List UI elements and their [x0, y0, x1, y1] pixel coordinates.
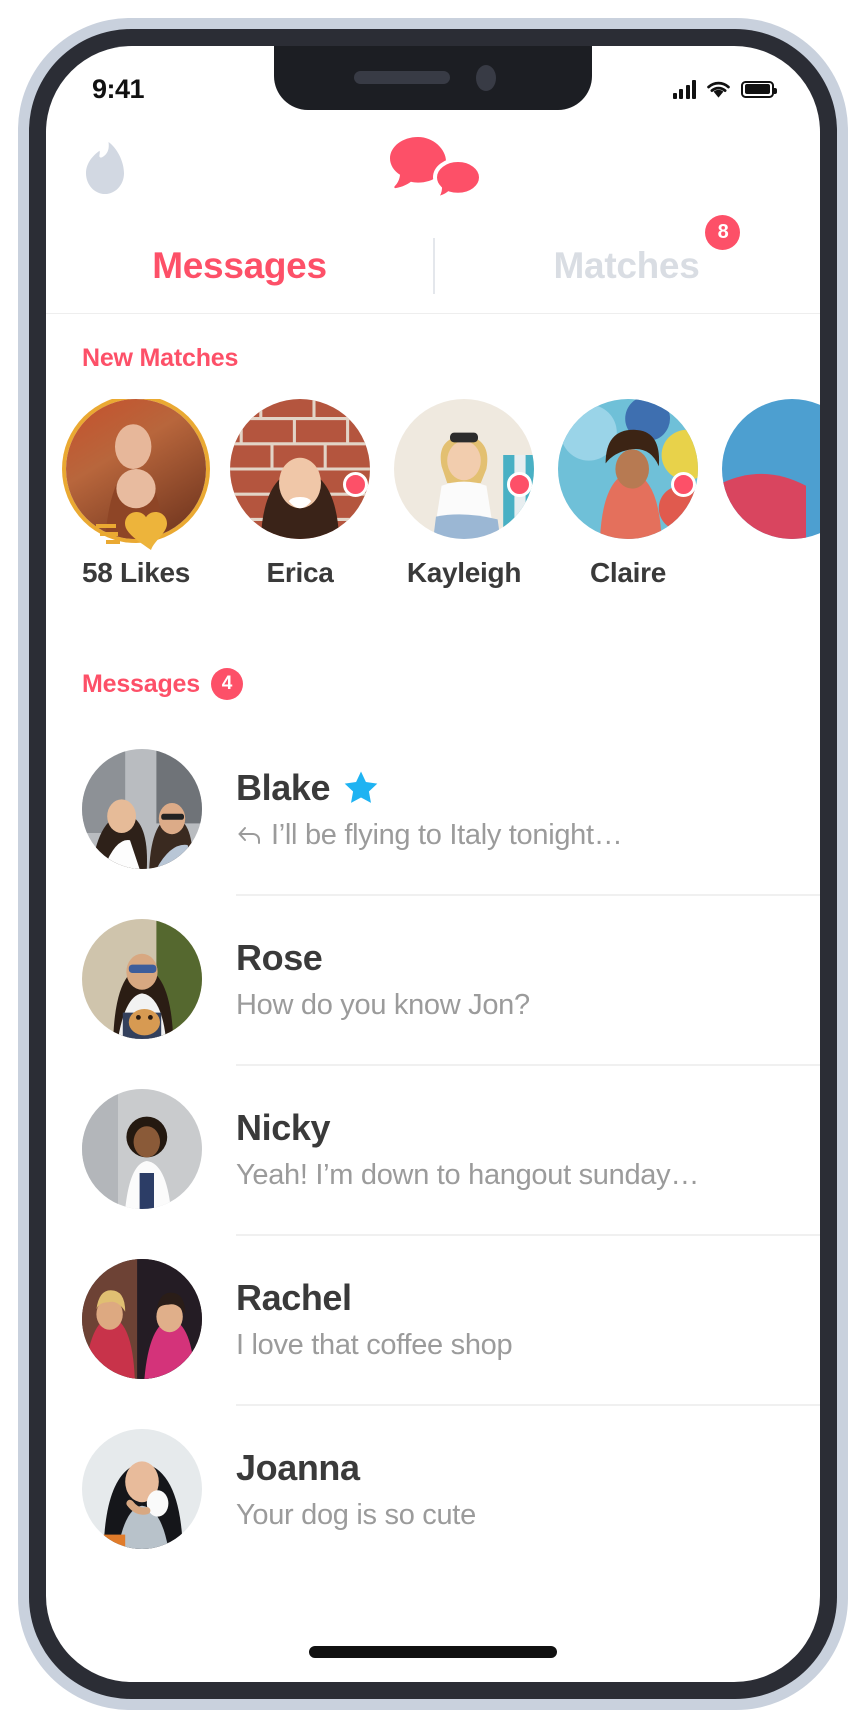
message-row-rose[interactable]: Rose How do you know Jon? [46, 894, 820, 1064]
front-camera-icon [476, 65, 496, 91]
message-preview-text: I love that coffee shop [236, 1328, 513, 1361]
message-name-text: Rachel [236, 1276, 352, 1318]
avatar-photo-rose [82, 919, 202, 1039]
message-row-nicky[interactable]: Nicky Yeah! I’m down to hangout sunday… [46, 1064, 820, 1234]
message-body: Rose How do you know Jon? [236, 937, 820, 1022]
status-time: 9:41 [92, 73, 145, 104]
message-preview: Yeah! I’m down to hangout sunday… [236, 1159, 800, 1192]
avatar [82, 749, 202, 869]
avatar [82, 1259, 202, 1379]
home-indicator[interactable] [309, 1646, 557, 1658]
avatar [230, 399, 370, 539]
match-card-likes[interactable]: 58 Likes [66, 399, 206, 589]
message-preview: Your dog is so cute [236, 1499, 800, 1532]
match-name-likes: 58 Likes [81, 557, 191, 588]
phone-bezel: 9:41 Messages Matches 8 New Matches 58 L… [29, 29, 837, 1699]
message-preview-text: Your dog is so cute [236, 1498, 476, 1531]
message-name: Rachel [236, 1277, 800, 1319]
message-preview-text: I’ll be flying to Italy tonight… [271, 818, 623, 851]
avatar-photo-blake [82, 749, 202, 869]
message-body: Nicky Yeah! I’m down to hangout sunday… [236, 1107, 820, 1192]
unread-dot [671, 472, 696, 497]
tab-bar: Messages Matches 8 [46, 214, 820, 314]
new-matches-section: New Matches 58 Likes Erica Kayleigh Clai… [46, 314, 820, 589]
reply-arrow-icon [238, 827, 260, 844]
avatar-photo-joanna [82, 1429, 202, 1549]
status-indicators [672, 79, 777, 99]
tinder-flame-icon[interactable] [82, 142, 128, 194]
phone-notch [274, 46, 592, 110]
matches-unread-badge: 8 [705, 214, 741, 250]
message-body: Joanna Your dog is so cute [236, 1447, 820, 1532]
avatar-photo-rachel [82, 1259, 202, 1379]
avatar-wrap [558, 399, 698, 539]
avatar [82, 1429, 202, 1549]
avatar-wrap [722, 399, 820, 539]
messages-label-text: Messages [82, 669, 200, 698]
wifi-icon [707, 81, 730, 98]
avatar-photo-claire [558, 399, 698, 539]
message-name: Nicky [236, 1107, 800, 1149]
match-name-kayleigh: Kayleigh [406, 557, 522, 588]
message-body: Rachel I love that coffee shop [236, 1277, 820, 1362]
tab-messages-label: Messages [152, 244, 327, 286]
tab-matches[interactable]: Matches 8 [433, 214, 820, 287]
new-matches-label-text: New Matches [82, 344, 239, 372]
message-name-text: Blake [236, 766, 331, 808]
signal-bars-icon [672, 79, 696, 99]
message-preview-text: How do you know Jon? [236, 988, 530, 1021]
messages-unread-badge: 4 [210, 668, 243, 700]
messages-section-label: Messages 4 [82, 668, 820, 700]
match-name-erica: Erica [266, 557, 334, 588]
match-card-claire[interactable]: Claire [558, 399, 698, 589]
new-matches-label: New Matches [82, 344, 820, 373]
message-list: Blake I’ll be flying to Italy tonight… R… [46, 724, 820, 1574]
tab-matches-label: Matches [553, 244, 700, 286]
new-matches-carousel[interactable]: 58 Likes Erica Kayleigh Claire [46, 399, 820, 589]
message-body: Blake I’ll be flying to Italy tonight… [236, 767, 820, 852]
match-card-kayleigh[interactable]: Kayleigh [394, 399, 534, 589]
match-name-claire: Claire [589, 557, 667, 588]
message-preview: I’ll be flying to Italy tonight… [236, 819, 800, 852]
avatar [394, 399, 534, 539]
avatar [722, 399, 820, 539]
message-name-text: Joanna [236, 1446, 360, 1488]
message-row-rachel[interactable]: Rachel I love that coffee shop [46, 1234, 820, 1404]
avatar-photo-nicky [82, 1089, 202, 1209]
avatar-wrap [230, 399, 370, 539]
avatar [82, 919, 202, 1039]
tab-messages[interactable]: Messages [46, 245, 433, 287]
avatar-wrap [66, 399, 206, 550]
avatar-photo-kayleigh [394, 399, 534, 539]
message-preview-text: Yeah! I’m down to hangout sunday… [236, 1158, 700, 1191]
superlike-star-icon [344, 771, 378, 803]
message-preview: How do you know Jon? [236, 989, 800, 1022]
avatar-photo-partial [722, 399, 820, 539]
phone-frame: 9:41 Messages Matches 8 New Matches 58 L… [18, 18, 848, 1710]
match-card-partial[interactable] [722, 399, 820, 589]
app-header [46, 118, 820, 218]
message-name-text: Nicky [236, 1106, 331, 1148]
message-preview: I love that coffee shop [236, 1329, 800, 1362]
match-card-erica[interactable]: Erica [230, 399, 370, 589]
avatar [82, 1089, 202, 1209]
chat-bubbles-icon [390, 137, 481, 199]
battery-full-icon [741, 80, 777, 98]
earpiece-speaker [354, 71, 450, 84]
message-name: Rose [236, 937, 800, 979]
messages-section: Messages 4 Blake I’ll be flying to Italy… [46, 638, 820, 1574]
avatar-photo-erica [230, 399, 370, 539]
message-name-text: Rose [236, 936, 323, 978]
message-row-blake[interactable]: Blake I’ll be flying to Italy tonight… [46, 724, 820, 894]
avatar [558, 399, 698, 539]
avatar-wrap [394, 399, 534, 539]
unread-dot [507, 472, 532, 497]
message-name: Blake [236, 767, 800, 809]
unread-dot [343, 472, 368, 497]
message-row-joanna[interactable]: Joanna Your dog is so cute [46, 1404, 820, 1574]
message-name: Joanna [236, 1447, 800, 1489]
gold-heart-icon [96, 512, 167, 550]
phone-screen: 9:41 Messages Matches 8 New Matches 58 L… [46, 46, 820, 1682]
